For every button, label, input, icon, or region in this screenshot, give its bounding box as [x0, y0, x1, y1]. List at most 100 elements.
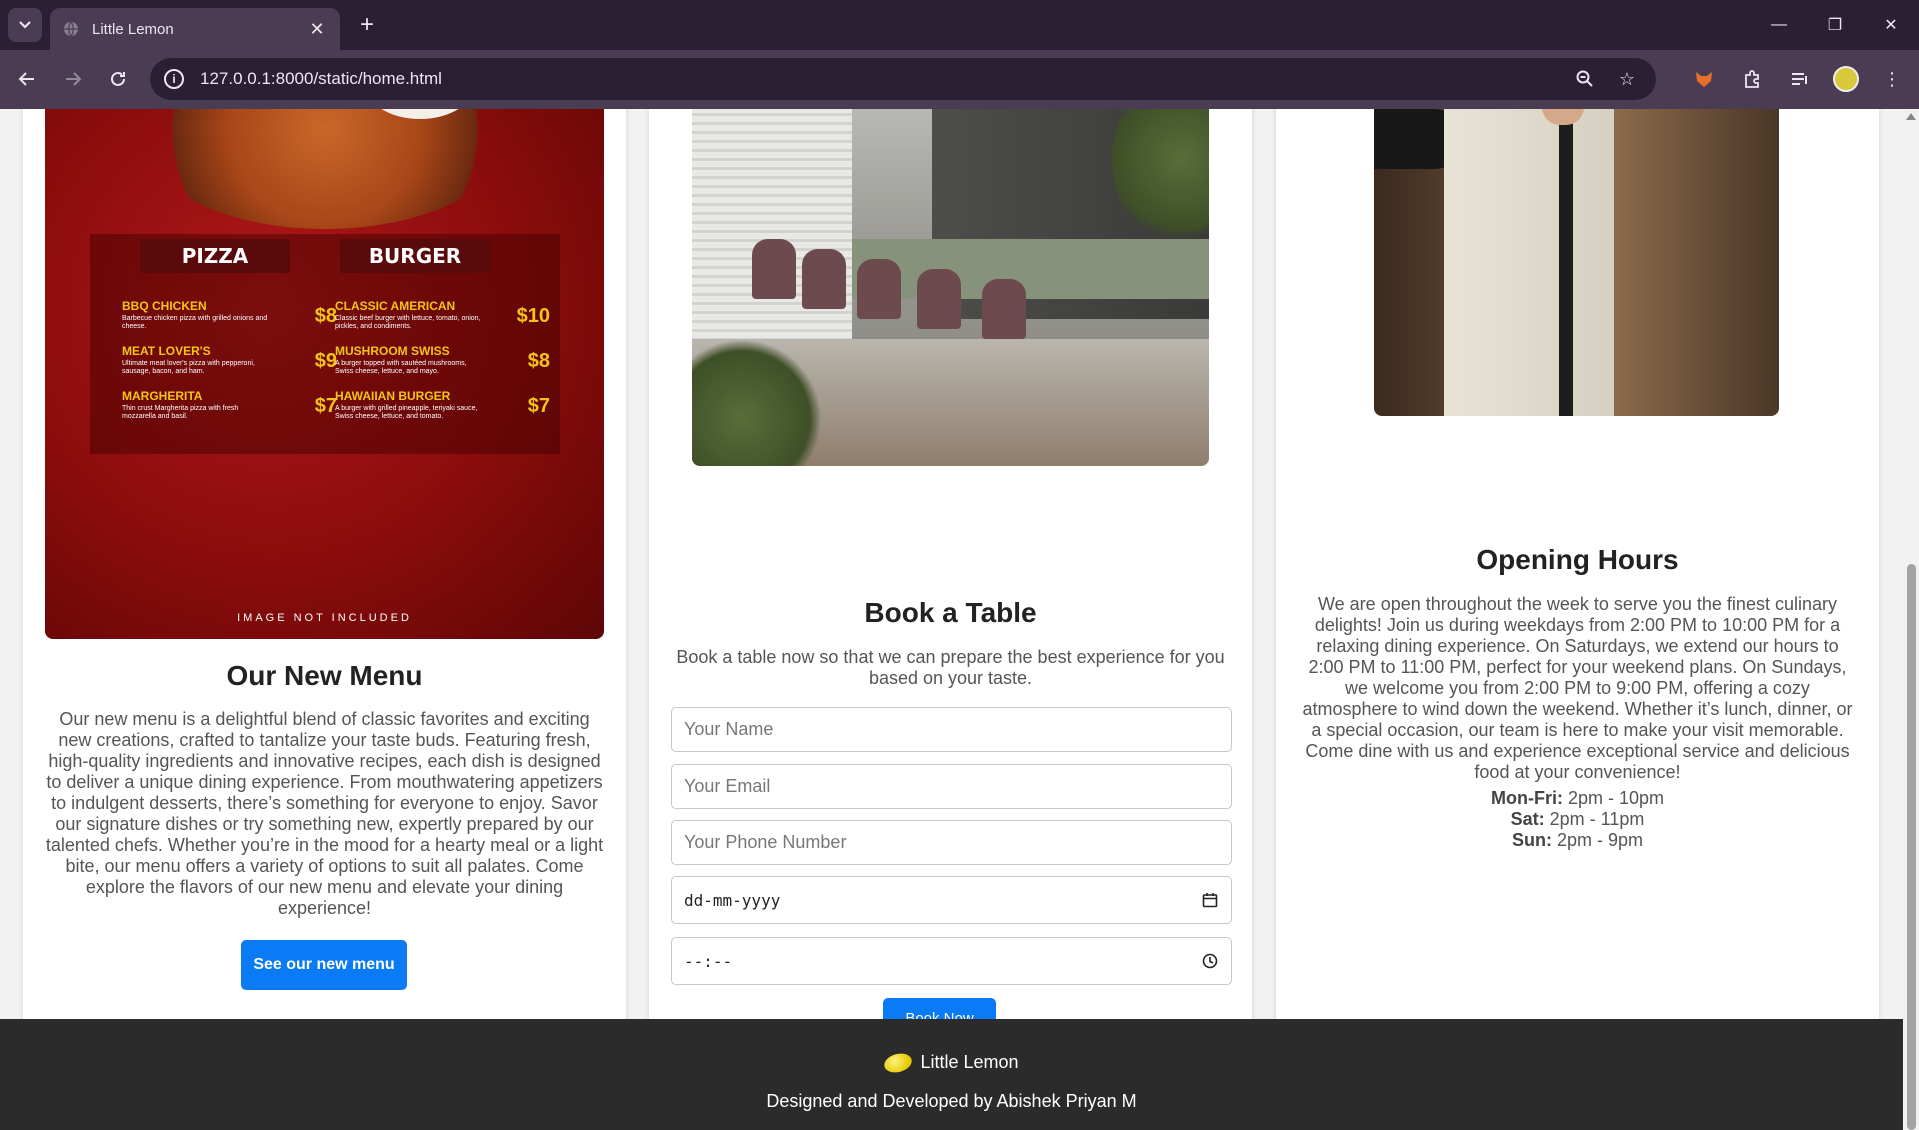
menu-item-desc: A burger with grilled pineapple, teriyak…	[335, 405, 478, 420]
restaurant-interior-image	[692, 109, 1209, 466]
staff-image	[1374, 109, 1779, 416]
interior-window	[692, 109, 852, 349]
menu-item-name: BBQ CHICKEN	[122, 299, 207, 313]
menu-item-name: HAWAIIAN BURGER	[335, 389, 451, 403]
see-new-menu-button[interactable]: See our new menu	[241, 940, 407, 990]
extensions-area: ⋮	[1689, 64, 1907, 94]
menu-item-desc: Classic beef burger with lettuce, tomato…	[335, 315, 481, 330]
menu-item-price: $7	[527, 395, 550, 417]
back-arrow-icon[interactable]	[12, 64, 42, 94]
schedule-hours: 2pm - 11pm	[1549, 809, 1645, 829]
site-info-icon[interactable]: i	[164, 69, 184, 89]
reload-icon[interactable]	[103, 64, 133, 94]
kebab-menu-icon[interactable]: ⋮	[1877, 64, 1907, 94]
menu-item-price: $8	[527, 350, 550, 372]
profile-avatar[interactable]	[1833, 66, 1859, 92]
browser-tab-strip: Little Lemon ✕ + — ❐ ✕	[0, 0, 1919, 50]
schedule-mon-fri: Mon-Fri: 2pm - 10pm	[1276, 788, 1879, 809]
menu-item-price: $9	[314, 350, 337, 372]
menu-item-mushroom-swiss: MUSHROOM SWISS A burger topped with saut…	[335, 344, 550, 376]
book-table-card: Book a Table Book a table now so that we…	[649, 109, 1252, 1059]
opening-hours-title: Opening Hours	[1476, 544, 1679, 575]
menu-item-desc: A burger topped with sautéed mushrooms, …	[335, 360, 467, 375]
menu-image: PIZZA BURGER BBQ CHICKEN Barbecue chicke…	[45, 109, 604, 639]
chair	[752, 239, 796, 299]
menu-item-classic-american: CLASSIC AMERICAN Classic beef burger wit…	[335, 299, 550, 331]
phone-input[interactable]: Your Phone Number	[671, 820, 1232, 865]
schedule-hours: 2pm - 10pm	[1567, 788, 1665, 808]
chair	[802, 249, 846, 309]
menu-card-description: Our new menu is a delightful blend of cl…	[45, 709, 604, 918]
opening-hours-description: We are open throughout the week to serve…	[1302, 594, 1853, 782]
schedule-day: Sun:	[1511, 830, 1552, 850]
book-table-description: Book a table now so that we can prepare …	[676, 647, 1225, 688]
menu-food-plate	[135, 109, 515, 229]
menu-item-name: MUSHROOM SWISS	[335, 344, 450, 358]
menu-item-margherita: MARGHERITA Thin crust Margherita pizza w…	[122, 389, 337, 421]
time-value: --:--	[684, 951, 733, 971]
menu-item-bbq-chicken: BBQ CHICKEN Barbecue chicken pizza with …	[122, 299, 337, 331]
name-input[interactable]: Your Name	[671, 707, 1232, 752]
opening-hours-card: Opening Hours We are open throughout the…	[1276, 109, 1879, 1059]
menu-item-meat-lovers: MEAT LOVER'S Ultimate meat lover's pizza…	[122, 344, 337, 376]
page-scrollbar[interactable]	[1903, 109, 1919, 1130]
page-footer: Little Lemon Designed and Developed by A…	[0, 1019, 1903, 1130]
phone-placeholder: Your Phone Number	[684, 832, 847, 852]
date-value: dd-mm-yyyy	[684, 890, 781, 910]
footer-credit: Designed and Developed by Abishek Priyan…	[766, 1091, 1137, 1111]
chair	[982, 279, 1026, 339]
menu-item-desc: Ultimate meat lover's pizza with peppero…	[122, 360, 255, 375]
window-controls: — ❐ ✕	[1751, 0, 1919, 50]
globe-icon	[62, 20, 80, 38]
minimize-icon[interactable]: —	[1751, 0, 1807, 50]
scrollbar-thumb[interactable]	[1907, 564, 1916, 1130]
url-text: 127.0.0.1:8000/static/home.html	[200, 69, 442, 88]
menu-card-title: Our New Menu	[226, 660, 423, 691]
window-close-icon[interactable]: ✕	[1863, 0, 1919, 50]
forward-arrow-icon[interactable]	[58, 64, 88, 94]
restore-icon[interactable]: ❐	[1807, 0, 1863, 50]
book-table-title: Book a Table	[864, 597, 1037, 628]
clock-icon[interactable]	[1201, 952, 1219, 970]
tab-title: Little Lemon	[92, 20, 174, 38]
chevron-down-icon	[19, 21, 31, 29]
menu-item-hawaiian-burger: HAWAIIAN BURGER A burger with grilled pi…	[335, 389, 550, 421]
schedule-day: Mon-Fri:	[1490, 788, 1563, 808]
menu-item-price: $8	[314, 305, 337, 327]
menu-column-pizza: PIZZA	[140, 239, 290, 273]
puzzle-extensions-icon[interactable]	[1737, 64, 1767, 94]
time-input[interactable]: --:--	[671, 937, 1232, 985]
lemon-logo-icon	[882, 1050, 915, 1075]
staff-pole	[1559, 109, 1573, 416]
chair	[857, 259, 901, 319]
schedule-hours: 2pm - 9pm	[1556, 830, 1644, 850]
menu-item-desc: Thin crust Margherita pizza with fresh m…	[122, 405, 239, 420]
menu-image-note: IMAGE NOT INCLUDED	[237, 612, 412, 624]
bookmark-star-icon[interactable]: ☆	[1612, 64, 1642, 94]
footer-brand: Little Lemon	[0, 1050, 1903, 1075]
browser-tab[interactable]: Little Lemon ✕	[50, 8, 340, 50]
interior-bench	[852, 239, 1209, 299]
staff-apron	[1444, 109, 1614, 416]
new-tab-button[interactable]: +	[352, 10, 382, 40]
calendar-icon[interactable]	[1201, 891, 1219, 909]
menu-item-price: $10	[516, 305, 550, 327]
footer-brand-name: Little Lemon	[920, 1052, 1019, 1072]
menu-card: PIZZA BURGER BBQ CHICKEN Barbecue chicke…	[23, 109, 626, 1059]
date-input[interactable]: dd-mm-yyyy	[671, 876, 1232, 924]
menu-item-name: MEAT LOVER'S	[122, 344, 211, 358]
menu-item-price: $7	[314, 395, 337, 417]
email-input[interactable]: Your Email	[671, 764, 1232, 809]
chair	[917, 269, 961, 329]
menu-column-burger: BURGER	[340, 239, 490, 273]
address-bar[interactable]: i 127.0.0.1:8000/static/home.html ☆	[150, 58, 1656, 100]
tab-close-icon[interactable]: ✕	[306, 19, 328, 40]
schedule-day: Sat:	[1510, 809, 1545, 829]
tab-search-button[interactable]	[8, 8, 42, 42]
browser-toolbar: i 127.0.0.1:8000/static/home.html ☆ ⋮	[0, 50, 1919, 109]
page-viewport: PIZZA BURGER BBQ CHICKEN Barbecue chicke…	[0, 109, 1903, 1130]
media-control-icon[interactable]	[1785, 64, 1815, 94]
fox-extension-icon[interactable]	[1689, 64, 1719, 94]
zoom-icon[interactable]	[1570, 64, 1600, 94]
scroll-up-arrow-icon[interactable]	[1906, 113, 1916, 120]
